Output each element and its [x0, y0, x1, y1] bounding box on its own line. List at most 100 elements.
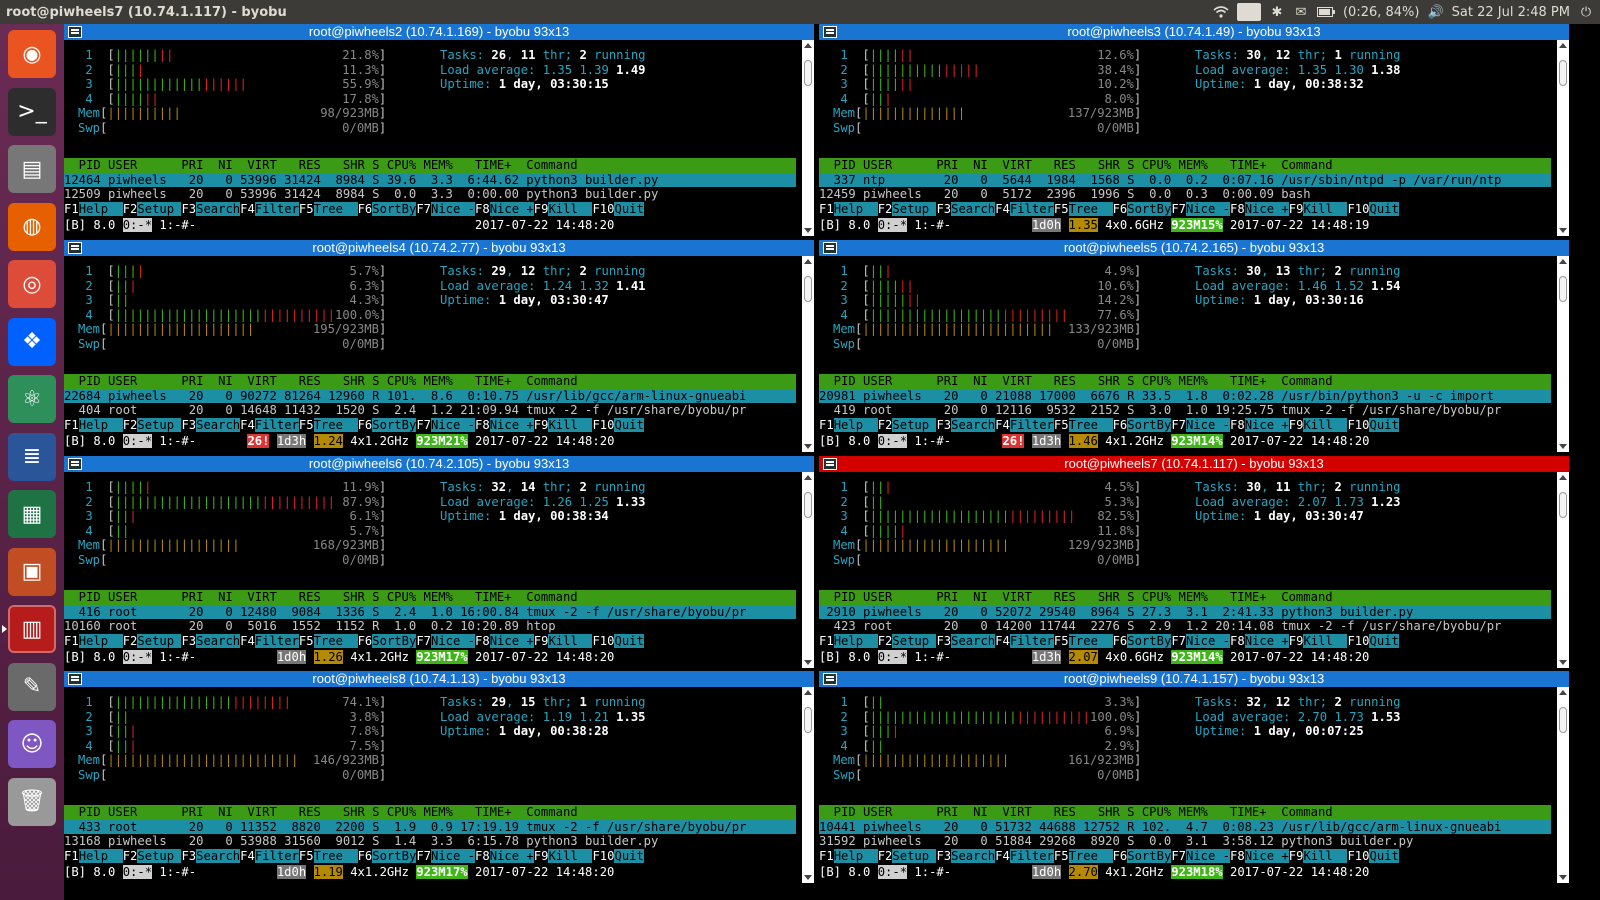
- process-row[interactable]: 10160 root 20 0 5016 1552 1152 R 1.0 0.2…: [64, 619, 796, 634]
- byobu-pane[interactable]: root@piwheels9 (10.74.1.157) - byobu 93x…: [819, 671, 1569, 883]
- fkey-label[interactable]: Setup: [137, 418, 182, 432]
- fkey-label[interactable]: Search: [951, 202, 996, 216]
- ubuntu-dash-icon[interactable]: ◉: [8, 30, 56, 78]
- fkey-label[interactable]: SortBy: [1127, 849, 1172, 863]
- bluetooth-icon[interactable]: ✱: [1269, 3, 1285, 21]
- fkey-f3[interactable]: F3: [181, 849, 196, 863]
- fkey-label[interactable]: Filter: [1009, 849, 1054, 863]
- fkey-f4[interactable]: F4: [995, 634, 1010, 648]
- fkey-f10[interactable]: F10: [592, 634, 614, 648]
- fkey-label[interactable]: Help: [78, 418, 123, 432]
- fkey-label[interactable]: Filter: [254, 202, 299, 216]
- fkey-f5[interactable]: F5: [299, 849, 314, 863]
- scroll-down-arrow[interactable]: [804, 875, 812, 880]
- process-table-header[interactable]: PID USER PRI NI VIRT RES SHR S CPU% MEM%…: [64, 158, 796, 173]
- terminal-multiplexer-icon[interactable]: ▥: [2, 605, 56, 653]
- fkey-label[interactable]: Search: [196, 849, 241, 863]
- fkey-f7[interactable]: F7: [416, 202, 431, 216]
- fkey-f10[interactable]: F10: [592, 202, 614, 216]
- fkey-label[interactable]: Nice -: [1186, 202, 1231, 216]
- fkey-label[interactable]: Quit: [614, 418, 644, 432]
- fkey-label[interactable]: Search: [196, 202, 241, 216]
- fkey-label[interactable]: Tree: [313, 849, 358, 863]
- scrollbar[interactable]: [802, 40, 814, 236]
- scrollbar-thumb[interactable]: [804, 60, 812, 86]
- fkey-f9[interactable]: F9: [1289, 634, 1304, 648]
- fkey-f2[interactable]: F2: [123, 634, 138, 648]
- process-row[interactable]: 12459 piwheels 20 0 5172 2396 1996 S 0.0…: [819, 187, 1551, 202]
- fkey-f5[interactable]: F5: [1054, 418, 1069, 432]
- fkey-label[interactable]: Filter: [254, 418, 299, 432]
- fkey-label[interactable]: Nice -: [1186, 418, 1231, 432]
- window-indicator[interactable]: 0:-*: [877, 865, 908, 879]
- fkey-f7[interactable]: F7: [416, 634, 431, 648]
- scrollbar[interactable]: [1557, 472, 1569, 668]
- fkey-f6[interactable]: F6: [1113, 202, 1128, 216]
- window-list[interactable]: 1:-#-: [152, 218, 196, 232]
- fkey-label[interactable]: SortBy: [372, 634, 417, 648]
- fkey-label[interactable]: Setup: [137, 634, 182, 648]
- fkey-label[interactable]: Kill: [548, 634, 593, 648]
- fkey-f6[interactable]: F6: [1113, 418, 1128, 432]
- fkey-f7[interactable]: F7: [1171, 849, 1186, 863]
- scroll-up-arrow[interactable]: [804, 259, 812, 264]
- fkey-f4[interactable]: F4: [240, 634, 255, 648]
- pane-titlebar[interactable]: root@piwheels2 (10.74.1.169) - byobu 93x…: [64, 24, 814, 40]
- fkey-label[interactable]: Search: [951, 634, 996, 648]
- fkey-label[interactable]: SortBy: [1127, 418, 1172, 432]
- fkey-label[interactable]: Filter: [1009, 634, 1054, 648]
- fkey-f2[interactable]: F2: [123, 418, 138, 432]
- fkey-f5[interactable]: F5: [1054, 634, 1069, 648]
- fkey-f8[interactable]: F8: [475, 634, 490, 648]
- fkey-f9[interactable]: F9: [534, 849, 549, 863]
- fkey-label[interactable]: Help: [833, 202, 878, 216]
- pane-titlebar[interactable]: root@piwheels9 (10.74.1.157) - byobu 93x…: [819, 671, 1569, 687]
- volume-icon[interactable]: 🔊: [1427, 3, 1443, 21]
- fkey-f4[interactable]: F4: [995, 202, 1010, 216]
- fkey-label[interactable]: Kill: [548, 418, 593, 432]
- scrollbar[interactable]: [802, 256, 814, 452]
- window-list[interactable]: 1:-#-: [152, 434, 196, 448]
- window-list[interactable]: 1:-#-: [907, 865, 951, 879]
- atom-icon[interactable]: ⚛: [8, 375, 56, 423]
- fkey-label[interactable]: Quit: [1369, 634, 1399, 648]
- fkey-label[interactable]: Help: [833, 849, 878, 863]
- byobu-pane[interactable]: root@piwheels7 (10.74.1.117) - byobu 93x…: [819, 456, 1569, 668]
- byobu-pane[interactable]: root@piwheels3 (10.74.1.49) - byobu 93x1…: [819, 24, 1569, 236]
- window-list[interactable]: 1:-#-: [907, 218, 951, 232]
- pane-titlebar[interactable]: root@piwheels8 (10.74.1.13) - byobu 93x1…: [64, 671, 814, 687]
- fkey-f5[interactable]: F5: [1054, 202, 1069, 216]
- fkey-label[interactable]: Setup: [137, 202, 182, 216]
- process-row[interactable]: 419 root 20 0 12116 9532 2152 S 3.0 1.0 …: [819, 403, 1551, 418]
- fkey-label[interactable]: Nice +: [1244, 202, 1289, 216]
- fkey-f7[interactable]: F7: [1171, 418, 1186, 432]
- fkey-label[interactable]: Nice +: [489, 634, 534, 648]
- terminal-icon[interactable]: >_: [8, 87, 56, 136]
- fkey-label[interactable]: Quit: [614, 202, 644, 216]
- fkey-f9[interactable]: F9: [534, 202, 549, 216]
- keyboard-layout-indicator[interactable]: En: [1236, 3, 1261, 21]
- process-row[interactable]: 31592 piwheels 20 0 51884 29268 8920 S 0…: [819, 834, 1551, 849]
- window-indicator[interactable]: 0:-*: [122, 434, 153, 448]
- fkey-f3[interactable]: F3: [936, 849, 951, 863]
- fkey-label[interactable]: Setup: [892, 849, 937, 863]
- fkey-f2[interactable]: F2: [123, 849, 138, 863]
- window-indicator[interactable]: 0:-*: [877, 434, 908, 448]
- fkey-label[interactable]: Nice +: [1244, 418, 1289, 432]
- scroll-down-arrow[interactable]: [1559, 875, 1567, 880]
- fkey-f8[interactable]: F8: [1230, 849, 1245, 863]
- fkey-f8[interactable]: F8: [1230, 202, 1245, 216]
- fkey-f8[interactable]: F8: [1230, 418, 1245, 432]
- fkey-label[interactable]: SortBy: [372, 849, 417, 863]
- process-row[interactable]: 404 root 20 0 14648 11432 1520 S 2.4 1.2…: [64, 403, 796, 418]
- firefox-icon[interactable]: ◍: [8, 202, 56, 251]
- fkey-label[interactable]: Setup: [892, 418, 937, 432]
- fkey-f6[interactable]: F6: [358, 634, 373, 648]
- scrollbar[interactable]: [802, 472, 814, 668]
- fkey-label[interactable]: Nice -: [431, 634, 476, 648]
- process-row[interactable]: 13168 piwheels 20 0 53988 31560 9012 S 1…: [64, 834, 796, 849]
- fkey-f1[interactable]: F1: [819, 849, 834, 863]
- window-indicator[interactable]: 0:-*: [122, 865, 153, 879]
- byobu-pane[interactable]: root@piwheels6 (10.74.2.105) - byobu 93x…: [64, 456, 814, 668]
- fkey-f3[interactable]: F3: [936, 202, 951, 216]
